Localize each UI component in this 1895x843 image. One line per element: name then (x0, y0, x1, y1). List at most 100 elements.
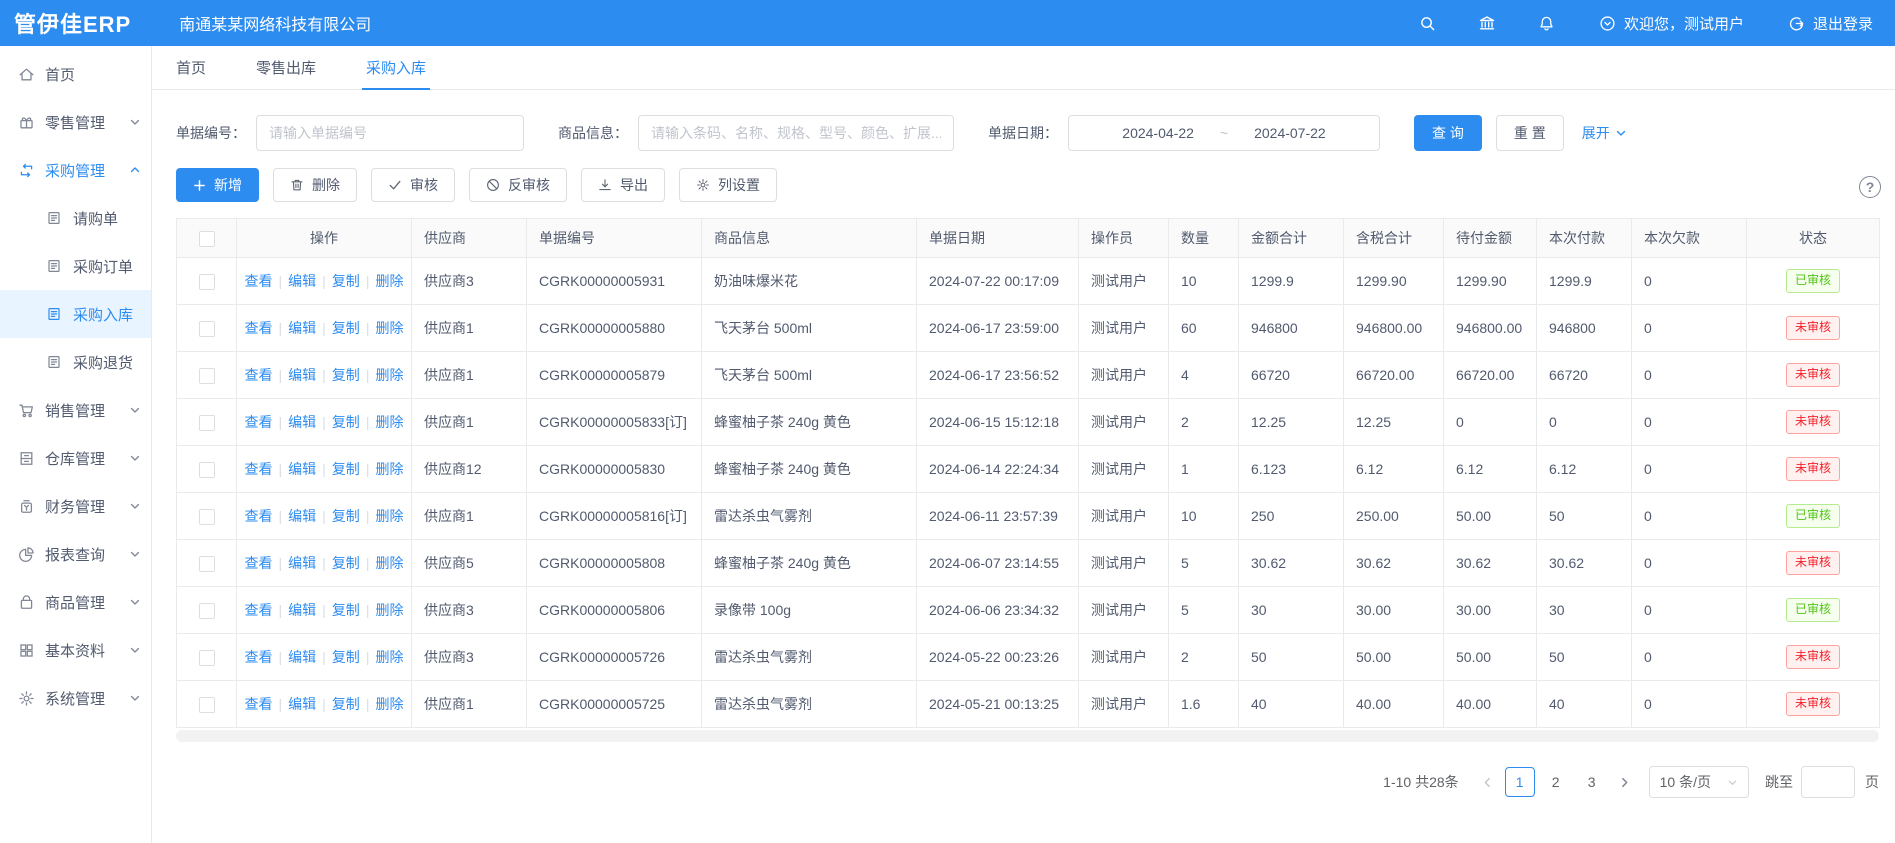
sidebar-item-sales-mgmt[interactable]: 销售管理 (0, 386, 151, 434)
expand-link[interactable]: 展开 (1582, 123, 1627, 143)
view-link[interactable]: 查看 (245, 508, 273, 524)
tab-retail-outbound[interactable]: 零售出库 (238, 46, 334, 89)
delete-link[interactable]: 删除 (375, 602, 403, 618)
row-checkbox[interactable] (199, 415, 215, 431)
tab-home[interactable]: 首页 (158, 46, 224, 89)
delete-button[interactable]: 删除 (273, 168, 357, 202)
edit-link[interactable]: 编辑 (288, 508, 316, 524)
row-checkbox[interactable] (199, 509, 215, 525)
export-button[interactable]: 导出 (581, 168, 665, 202)
delete-link[interactable]: 删除 (375, 414, 403, 430)
delete-link[interactable]: 删除 (375, 696, 403, 712)
view-link[interactable]: 查看 (245, 555, 273, 571)
reset-button[interactable]: 重 置 (1496, 115, 1564, 151)
add-button[interactable]: 新增 (176, 168, 259, 202)
prev-page-button[interactable] (1473, 776, 1502, 789)
view-link[interactable]: 查看 (245, 461, 273, 477)
row-checkbox[interactable] (199, 556, 215, 572)
copy-link[interactable]: 复制 (332, 602, 360, 618)
view-link[interactable]: 查看 (245, 414, 273, 430)
edit-link[interactable]: 编辑 (288, 649, 316, 665)
row-checkbox[interactable] (199, 321, 215, 337)
edit-link[interactable]: 编辑 (288, 320, 316, 336)
link-separator: | (366, 508, 370, 524)
edit-link[interactable]: 编辑 (288, 696, 316, 712)
sidebar-item-goods-mgmt[interactable]: 商品管理 (0, 578, 151, 626)
edit-link[interactable]: 编辑 (288, 555, 316, 571)
next-page-button[interactable] (1610, 776, 1639, 789)
sidebar-item-retail-mgmt[interactable]: 零售管理 (0, 98, 151, 146)
copy-link[interactable]: 复制 (332, 414, 360, 430)
view-link[interactable]: 查看 (245, 367, 273, 383)
sidebar-item-finance-mgmt[interactable]: 财务管理 (0, 482, 151, 530)
copy-link[interactable]: 复制 (332, 320, 360, 336)
edit-link[interactable]: 编辑 (288, 367, 316, 383)
delete-link[interactable]: 删除 (375, 320, 403, 336)
order-no-input[interactable] (256, 115, 524, 151)
page-button-2[interactable]: 2 (1541, 767, 1571, 797)
search-button[interactable]: 查 询 (1414, 115, 1482, 151)
goods-info-input[interactable] (638, 115, 954, 151)
copy-link[interactable]: 复制 (332, 649, 360, 665)
sidebar-item-basic-data[interactable]: 基本资料 (0, 626, 151, 674)
cell-paid: 50 (1537, 634, 1632, 681)
copy-link[interactable]: 复制 (332, 461, 360, 477)
edit-link[interactable]: 编辑 (288, 461, 316, 477)
row-checkbox[interactable] (199, 274, 215, 290)
cell-order-no: CGRK00000005880 (527, 305, 702, 352)
page-button-1[interactable]: 1 (1505, 767, 1535, 797)
sidebar-item-warehouse-mgmt[interactable]: 仓库管理 (0, 434, 151, 482)
view-link[interactable]: 查看 (245, 696, 273, 712)
view-link[interactable]: 查看 (245, 273, 273, 289)
search-icon[interactable] (1419, 15, 1436, 32)
row-checkbox[interactable] (199, 697, 215, 713)
delete-link[interactable]: 删除 (375, 367, 403, 383)
edit-link[interactable]: 编辑 (288, 273, 316, 289)
row-checkbox[interactable] (199, 368, 215, 384)
sidebar-item-purchase-mgmt[interactable]: 采购管理 (0, 146, 151, 194)
bank-icon[interactable] (1478, 14, 1496, 32)
audit-button[interactable]: 审核 (371, 168, 455, 202)
copy-link[interactable]: 复制 (332, 696, 360, 712)
sidebar-item-purchase-order[interactable]: 采购订单 (0, 242, 151, 290)
tab-purchase-inbound[interactable]: 采购入库 (348, 46, 444, 89)
link-separator: | (366, 555, 370, 571)
delete-link[interactable]: 删除 (375, 508, 403, 524)
unaudit-button[interactable]: 反审核 (469, 168, 567, 202)
copy-link[interactable]: 复制 (332, 367, 360, 383)
user-menu[interactable]: 欢迎您，测试用户 (1599, 13, 1744, 34)
delete-link[interactable]: 删除 (375, 273, 403, 289)
sidebar-item-purchase-inbound[interactable]: 采购入库 (0, 290, 151, 338)
page-button-3[interactable]: 3 (1577, 767, 1607, 797)
edit-link[interactable]: 编辑 (288, 414, 316, 430)
view-link[interactable]: 查看 (245, 649, 273, 665)
row-checkbox[interactable] (199, 650, 215, 666)
jump-to-input[interactable] (1801, 766, 1855, 798)
help-icon[interactable]: ? (1859, 176, 1881, 198)
logout-button[interactable]: 退出登录 (1788, 13, 1873, 34)
view-link[interactable]: 查看 (245, 320, 273, 336)
horizontal-scrollbar[interactable] (176, 730, 1879, 742)
page-size-select[interactable]: 10 条/页 (1649, 766, 1749, 798)
date-range-picker[interactable]: 2024-04-22 ~ 2024-07-22 (1068, 115, 1380, 151)
select-all-checkbox[interactable] (199, 231, 215, 247)
copy-link[interactable]: 复制 (332, 508, 360, 524)
sidebar-item-purchase-return[interactable]: 采购退货 (0, 338, 151, 386)
view-link[interactable]: 查看 (245, 602, 273, 618)
sidebar-item-report-query[interactable]: 报表查询 (0, 530, 151, 578)
copy-link[interactable]: 复制 (332, 273, 360, 289)
edit-link[interactable]: 编辑 (288, 602, 316, 618)
delete-link[interactable]: 删除 (375, 555, 403, 571)
row-checkbox[interactable] (199, 603, 215, 619)
date-end-value[interactable]: 2024-07-22 (1254, 125, 1326, 141)
date-start-value[interactable]: 2024-04-22 (1122, 125, 1194, 141)
delete-link[interactable]: 删除 (375, 649, 403, 665)
column-settings-button[interactable]: 列设置 (679, 168, 777, 202)
sidebar-item-purchase-request[interactable]: 请购单 (0, 194, 151, 242)
copy-link[interactable]: 复制 (332, 555, 360, 571)
sidebar-item-home[interactable]: 首页 (0, 50, 151, 98)
delete-link[interactable]: 删除 (375, 461, 403, 477)
sidebar-item-system-mgmt[interactable]: 系统管理 (0, 674, 151, 722)
bell-icon[interactable] (1538, 15, 1555, 32)
row-checkbox[interactable] (199, 462, 215, 478)
